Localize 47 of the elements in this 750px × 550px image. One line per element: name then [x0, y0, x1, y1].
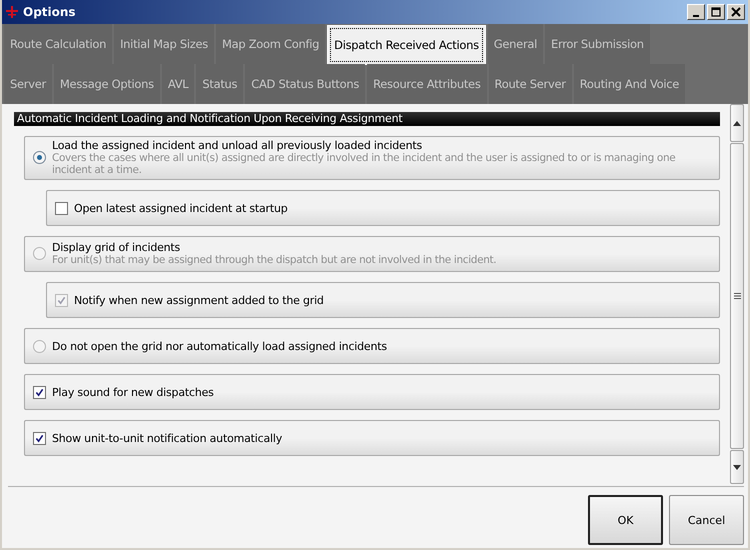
option-label: Play sound for new dispatches: [52, 386, 214, 398]
grip-icon: [734, 293, 740, 299]
section-header: Automatic Incident Loading and Notification Upon Receiving Assignment: [14, 112, 720, 126]
minimize-icon: [693, 15, 699, 17]
option-label: Display grid of incidents: [52, 241, 182, 254]
tab[interactable]: Routing And Voice: [574, 64, 686, 104]
checkbox[interactable]: [55, 202, 68, 214]
dialog-button[interactable]: OK: [588, 495, 663, 545]
up-arrow-icon: [733, 120, 741, 126]
tab[interactable]: Server: [4, 64, 52, 104]
tab[interactable]: CAD Status Buttons: [245, 64, 366, 104]
scroll-up-button[interactable]: [730, 104, 744, 142]
radio-button[interactable]: [33, 247, 46, 260]
option-label: Notify when new assignment added to the grid: [74, 294, 324, 306]
tab[interactable]: Status: [196, 64, 244, 104]
option-label: Open latest assigned incident at startup: [74, 202, 288, 214]
option-description: For unit(s) that may be assigned through the dispatch but are not involved in the incident.: [52, 254, 496, 266]
tab[interactable]: Initial Map Sizes: [114, 24, 214, 64]
scroll-thumb[interactable]: [730, 143, 744, 449]
close-button[interactable]: [727, 4, 745, 20]
radio-button[interactable]: [33, 151, 46, 164]
tab[interactable]: AVL: [162, 64, 194, 104]
checkbox[interactable]: [33, 386, 46, 398]
tab[interactable]: General: [488, 24, 544, 64]
close-icon: [730, 6, 742, 18]
scroll-down-button[interactable]: [730, 450, 744, 484]
dialog-button[interactable]: Cancel: [669, 495, 744, 545]
minimize-button[interactable]: [687, 4, 705, 20]
checkbox[interactable]: [33, 432, 46, 444]
tab[interactable]: Error Submission: [545, 24, 650, 64]
tab[interactable]: Route Calculation: [4, 24, 112, 64]
option-label: Do not open the grid nor automatically load assigned incidents: [52, 340, 387, 352]
option-label: Load the assigned incident and unload all previously loaded incidents: [52, 139, 423, 152]
window-title: Options: [23, 5, 77, 19]
tab[interactable]: Dispatch Received Actions: [327, 25, 486, 65]
tab[interactable]: Message Options: [54, 64, 160, 104]
tab[interactable]: Route Server: [488, 64, 572, 104]
option-label: Show unit-to-unit notification automatically: [52, 432, 282, 444]
option-description: Covers the cases where all unit(s) assigned are directly involved in the incident and the user is assigned to or is managing one incident at a time.: [52, 152, 676, 176]
scrollbar[interactable]: [730, 104, 744, 484]
tab[interactable]: Map Zoom Config: [216, 24, 326, 64]
maximize-icon: [710, 6, 722, 18]
radio-button[interactable]: [33, 340, 46, 352]
tab[interactable]: Resource Attributes: [367, 64, 487, 104]
down-arrow-icon: [733, 464, 741, 470]
app-icon: [5, 5, 19, 19]
maximize-button[interactable]: [707, 4, 725, 20]
